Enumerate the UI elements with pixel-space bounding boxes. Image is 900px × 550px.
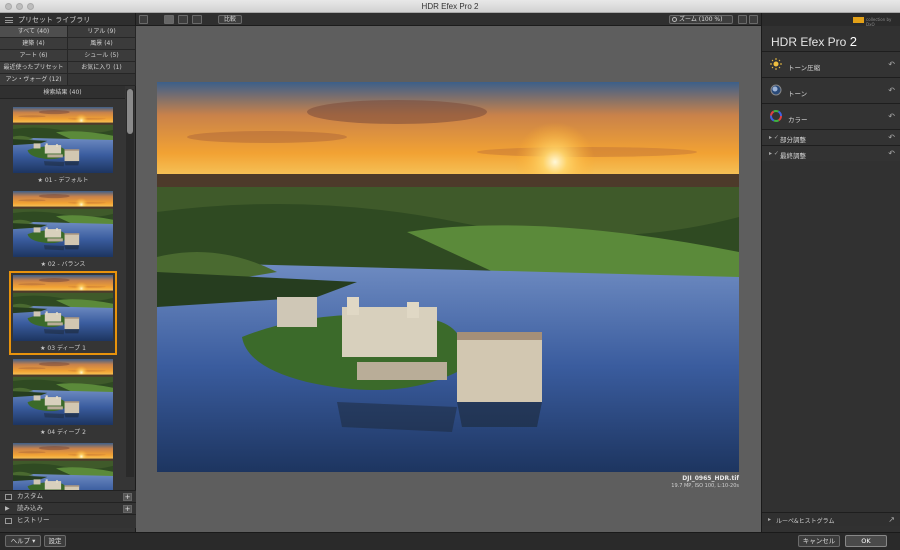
custom-label: カスタム [17,492,43,500]
preset-label: ★ 02 - バランス [40,261,86,268]
category-recent[interactable]: 最近使ったプリセット [0,62,68,74]
category-real[interactable]: リアル (9) [68,26,136,38]
image-filename: DJI_0965_HDR.tif [682,475,739,482]
import-section[interactable]: ▶ 読み込み + [0,502,136,514]
split-view-button[interactable] [178,15,188,24]
reset-icon[interactable]: ↶ [888,149,895,158]
product-name: HDR Efex Pro [771,35,847,49]
section-label: トーン圧縮 [788,64,821,72]
import-label: 読み込み [17,504,43,512]
panel-toggle-button[interactable] [749,15,758,24]
preview-toolbar: 比較 ズーム (100 %) [136,13,761,26]
folder-icon [5,494,12,500]
settings-button[interactable]: 設定 [44,535,66,547]
preview-area: 比較 ズーム (100 %) DJI_0965_HDR.tif 19.7 MP,… [136,13,761,532]
preset-scrollbar[interactable] [126,89,134,477]
category-surreal[interactable]: シュール (5) [68,50,136,62]
triangle-icon: ▶ [5,505,10,512]
section-tone-compression[interactable]: トーン圧縮 ↶ [762,51,900,77]
section-label: 部分調整 [780,136,806,144]
history-label: ヒストリー [17,516,50,524]
category-all[interactable]: すべて (40) [0,26,68,38]
category-architecture[interactable]: 建築 (4) [0,38,68,50]
preset-thumbnail [13,275,113,341]
add-import-button[interactable]: + [123,505,132,513]
reset-icon[interactable]: ↶ [888,86,895,95]
preset-thumbnail [13,359,113,425]
chevron-right-icon: ▸ ✓ [769,150,779,157]
section-label: 最終調整 [780,152,806,160]
zoom-select[interactable]: ズーム (100 %) [669,15,733,24]
preset-item-05[interactable] [11,441,115,491]
preset-item-02[interactable]: ★ 02 - バランス [11,189,115,269]
preset-thumbnail [13,191,113,257]
preset-item-04[interactable]: ★ 04 ディープ 2 [11,357,115,437]
section-tone[interactable]: トーン ↶ [762,77,900,103]
zoom-value: ズーム (100 %) [679,16,723,23]
chevron-right-icon: ▸ ✓ [769,134,779,141]
section-label: カラー [788,116,808,124]
reset-icon[interactable]: ↶ [888,112,895,121]
compare-button[interactable]: 比較 [218,15,243,24]
category-favorites[interactable]: お気に入り (1) [68,62,136,74]
category-en-vogue[interactable]: アン・ヴォーグ (12) [0,74,68,86]
magnifier-icon [672,17,677,22]
side-by-side-button[interactable] [192,15,202,24]
preset-list: ★ 01 - デフォルト ★ 02 - バランス ★ 03 ディープ 1 ★ 0… [0,101,125,491]
category-landscape[interactable]: 風景 (4) [68,38,136,50]
library-header: プリセット ライブラリ [0,13,135,26]
section-finishing-adjustments[interactable]: ▸ ✓ 最終調整 ↶ [762,145,900,161]
preset-thumbnail [13,443,113,491]
section-color[interactable]: カラー ↶ [762,103,900,129]
window-titlebar: HDR Efex Pro 2 [0,0,900,13]
reset-icon[interactable]: ↶ [888,133,895,142]
loupe-label: ルーペ&ヒストグラム [776,518,835,525]
adjustments-panel: collection by DxO HDR Efex Pro 2 トーン圧縮 ↶… [761,13,900,532]
category-tabs: すべて (40) リアル (9) 建築 (4) 風景 (4) アート (6) シ… [0,26,136,86]
pin-icon[interactable]: ↗ [888,515,895,524]
library-title: プリセット ライブラリ [18,16,91,24]
product-title: HDR Efex Pro 2 [771,34,857,49]
help-label: ヘルプ [10,537,31,545]
preset-label: ★ 01 - デフォルト [37,177,89,184]
bottom-bar: ヘルプ ▾ 設定 キャンセル OK [0,532,900,550]
preset-item-03[interactable]: ★ 03 ディープ 1 [9,271,117,355]
history-icon [5,518,12,524]
preview-image[interactable] [157,82,739,472]
category-empty [68,74,136,86]
reset-icon[interactable]: ↶ [888,60,895,69]
preset-item-01[interactable]: ★ 01 - デフォルト [11,105,115,185]
preset-label: ★ 03 ディープ 1 [40,345,86,352]
loupe-histogram-section[interactable]: ▸ ルーペ&ヒストグラム ↗ [762,512,900,526]
sidebar-toggle-button[interactable] [139,15,148,24]
image-metadata: 19.7 MP, ISO 100, L:10-20s [671,483,739,489]
section-local-adjustments[interactable]: ▸ ✓ 部分調整 ↶ [762,129,900,145]
add-custom-button[interactable]: + [123,493,132,501]
window-title: HDR Efex Pro 2 [421,2,479,11]
custom-section[interactable]: カスタム + [0,490,136,502]
search-results-label: 検索結果 (40) [0,86,125,99]
help-button[interactable]: ヘルプ ▾ [5,535,41,547]
category-art[interactable]: アート (6) [0,50,68,62]
chevron-right-icon: ▸ [768,516,772,523]
color-wheel-icon [770,110,782,122]
background-color-button[interactable] [738,15,747,24]
nik-logo-icon [853,17,864,23]
cancel-button[interactable]: キャンセル [798,535,840,547]
preset-thumbnail [13,107,113,173]
product-version: 2 [849,34,857,49]
preset-library-panel: プリセット ライブラリ すべて (40) リアル (9) 建築 (4) 風景 (… [0,13,136,532]
brand-subtitle: collection by DxO [866,17,892,27]
sun-icon [770,58,782,70]
single-view-button[interactable] [164,15,174,24]
menu-icon[interactable] [5,17,13,23]
tone-icon [770,84,782,96]
scrollbar-thumb[interactable] [127,89,133,134]
preset-label: ★ 04 ディープ 2 [40,429,86,436]
section-label: トーン [788,90,808,98]
history-section[interactable]: ヒストリー [0,514,136,528]
ok-button[interactable]: OK [845,535,887,547]
